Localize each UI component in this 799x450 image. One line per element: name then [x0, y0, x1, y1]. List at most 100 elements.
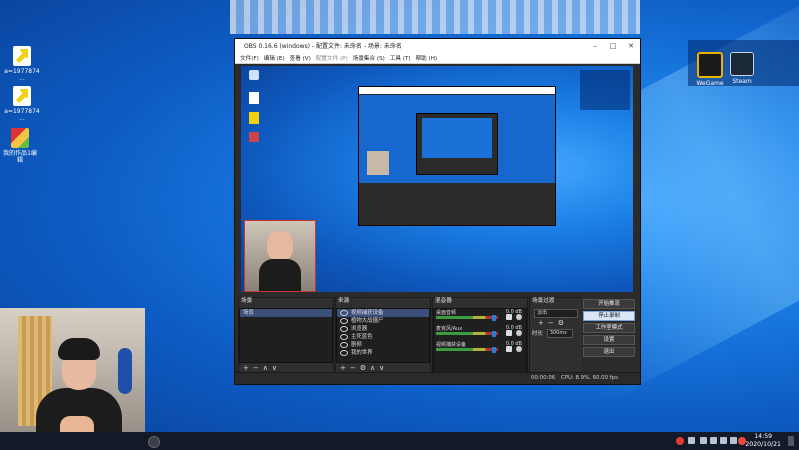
volume-slider[interactable] — [492, 347, 496, 353]
arrow-file-icon — [13, 86, 31, 106]
source-item[interactable]: 视频捕获设备 — [337, 309, 429, 317]
desktop: a=1977874 ... a=1977874 ... 我的作品1编 辑 WeG… — [0, 0, 799, 450]
source-item[interactable]: 剧频 — [337, 341, 429, 349]
microphone — [118, 348, 132, 394]
top-overlay-stripes — [230, 0, 640, 34]
transitions-panel: 淡出 + − ⚙ 时长 300ms — [530, 308, 582, 373]
eye-icon[interactable] — [340, 318, 348, 324]
menu-help[interactable]: 帮助 (H) — [416, 54, 438, 62]
menu-view[interactable]: 查看 (V) — [290, 54, 311, 62]
eye-icon[interactable] — [340, 334, 348, 340]
settings-button[interactable]: 设置 — [583, 335, 635, 345]
nested-obs-window — [416, 113, 498, 175]
source-settings-icon[interactable]: ⚙ — [360, 364, 366, 372]
eye-icon[interactable] — [340, 310, 348, 316]
menu-file[interactable]: 文件(F) — [240, 54, 259, 62]
remove-transition-button[interactable]: − — [548, 319, 554, 327]
desktop-icon-label: a=1977874 ... — [4, 108, 40, 122]
steam-icon — [730, 52, 754, 76]
speaker-icon[interactable] — [506, 330, 512, 336]
remove-source-button[interactable]: − — [350, 364, 356, 372]
obs-window: OBS 0.16.6 (windows) - 配置文件: 未命名 - 场景: 未… — [234, 38, 641, 385]
channel-name: 麦克风/Aux — [436, 326, 463, 332]
transition-type-row: 淡出 — [530, 308, 582, 318]
tray-icon[interactable] — [688, 437, 695, 444]
arrow-file-icon — [13, 46, 31, 66]
duration-row: 时长 300ms — [530, 328, 582, 338]
eye-icon[interactable] — [340, 342, 348, 348]
nested-screen — [359, 95, 555, 183]
menu-edit[interactable]: 编辑 (E) — [264, 54, 285, 62]
move-up-button[interactable]: ∧ — [370, 364, 375, 372]
volume-meter — [436, 316, 498, 319]
scenes-list: 场景 — [239, 308, 333, 363]
network-icon[interactable] — [710, 437, 717, 444]
gear-icon[interactable] — [516, 330, 522, 336]
source-item[interactable]: 我的世界 — [337, 349, 429, 357]
volume-meter — [436, 332, 498, 335]
preview-desktop-icon — [249, 112, 259, 124]
start-streaming-button[interactable]: 开始推流 — [583, 299, 635, 309]
eye-icon[interactable] — [340, 326, 348, 332]
show-desktop-button[interactable] — [788, 436, 794, 446]
volume-icon[interactable] — [720, 437, 727, 444]
transition-select[interactable]: 淡出 — [534, 308, 578, 318]
transitions-dock: 场景过渡 淡出 + − ⚙ 时长 300ms — [529, 297, 583, 374]
volume-slider[interactable] — [492, 315, 496, 321]
webcam-overlay — [0, 308, 145, 450]
nested-screen-deep — [422, 118, 492, 158]
obs-titlebar: OBS 0.16.6 (windows) - 配置文件: 未命名 - 场景: 未… — [235, 39, 640, 52]
maximize-button[interactable]: □ — [604, 42, 622, 50]
move-down-button[interactable]: ∨ — [272, 364, 277, 372]
gear-icon[interactable] — [516, 346, 522, 352]
tray-icon[interactable] — [700, 437, 707, 444]
source-item[interactable]: 植物大战僵尸 — [337, 317, 429, 325]
desktop-icon-my-works[interactable]: 我的作品1编 辑 — [0, 128, 40, 164]
preview-canvas[interactable] — [241, 66, 633, 292]
transition-toolbar: + − ⚙ — [530, 318, 582, 328]
duration-input[interactable]: 300ms — [546, 328, 573, 338]
mixer-channel: 麦克风/Aux 0.0 dB — [434, 325, 526, 341]
move-up-button[interactable]: ∧ — [263, 364, 268, 372]
speaker-icon[interactable] — [506, 314, 512, 320]
scene-item[interactable]: 场景 — [240, 309, 332, 317]
transition-gear-icon[interactable]: ⚙ — [558, 319, 564, 327]
notification-icon[interactable] — [676, 437, 684, 445]
desktop-icon-arrow-1[interactable]: a=1977874 ... — [2, 46, 42, 82]
source-item[interactable]: 主死蓝色 — [337, 333, 429, 341]
move-down-button[interactable]: ∨ — [379, 364, 384, 372]
menu-scene-collection[interactable]: 场景集合 (S) — [353, 54, 385, 62]
nested-titlebar — [359, 87, 555, 94]
studio-mode-button[interactable]: 工作室模式 — [583, 323, 635, 333]
add-scene-button[interactable]: + — [243, 364, 249, 372]
exit-button[interactable]: 退出 — [583, 347, 635, 357]
stop-recording-button[interactable]: 停止录制 — [583, 311, 635, 321]
menu-bar: 文件(F) 编辑 (E) 查看 (V) 配置文件 (P) 场景集合 (S) 工具… — [235, 52, 640, 64]
add-source-button[interactable]: + — [340, 364, 346, 372]
clock-date: 2020/10/21 — [745, 441, 781, 448]
volume-meter — [436, 348, 498, 351]
remove-scene-button[interactable]: − — [253, 364, 259, 372]
speaker-icon[interactable] — [506, 346, 512, 352]
ime-icon[interactable] — [730, 437, 737, 444]
add-transition-button[interactable]: + — [538, 319, 544, 327]
steam-shortcut[interactable]: Steam — [723, 52, 761, 85]
preview-webcam-source — [244, 220, 316, 292]
image-file-icon — [11, 128, 29, 148]
preview-tray-panel — [580, 70, 630, 110]
menu-profile[interactable]: 配置文件 (P) — [316, 54, 348, 62]
volume-slider[interactable] — [492, 331, 496, 337]
mixer-list: 桌面音频 0.0 dB 麦克风/Aux 0.0 dB 视频捕获设备 0.0 dB — [433, 308, 527, 373]
obs-taskbar-icon[interactable] — [148, 436, 160, 448]
gear-icon[interactable] — [516, 314, 522, 320]
close-button[interactable]: ✕ — [622, 42, 640, 50]
recording-time: 00:00:06 — [531, 375, 556, 381]
menu-tools[interactable]: 工具 (T) — [390, 54, 411, 62]
minimize-button[interactable]: – — [586, 42, 604, 50]
window-title: OBS 0.16.6 (windows) - 配置文件: 未命名 - 场景: 未… — [244, 43, 402, 50]
desktop-icon-arrow-2[interactable]: a=1977874 ... — [2, 86, 42, 122]
clock[interactable]: 14:59 2020/10/21 — [745, 433, 781, 449]
source-item[interactable]: 浏览器 — [337, 325, 429, 333]
sources-title: 来源 — [338, 298, 350, 304]
eye-icon[interactable] — [340, 350, 348, 356]
